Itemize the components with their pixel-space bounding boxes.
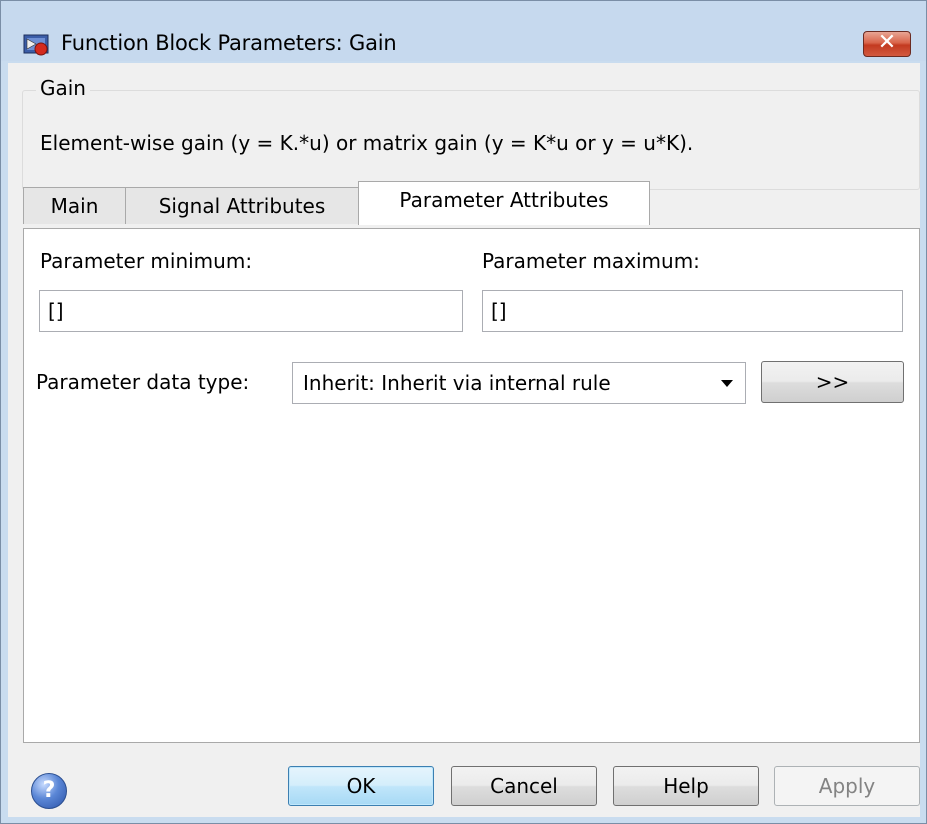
gain-description: Element-wise gain (y = K.*u) or matrix g… (40, 131, 694, 155)
help-button[interactable]: Help (613, 766, 759, 806)
ok-button[interactable]: OK (288, 766, 434, 806)
data-type-assistant-button[interactable]: >> (761, 361, 904, 403)
cancel-button[interactable]: Cancel (451, 766, 597, 806)
simulink-block-icon (23, 34, 49, 56)
parameter-minimum-label: Parameter minimum: (40, 249, 253, 273)
parameter-attributes-panel: Parameter minimum: Parameter maximum: []… (23, 228, 920, 743)
parameter-maximum-field[interactable]: [] (482, 290, 903, 332)
parameter-data-type-label: Parameter data type: (36, 370, 250, 394)
parameter-maximum-label: Parameter maximum: (482, 249, 700, 273)
window-title: Function Block Parameters: Gain (61, 31, 397, 55)
chevron-down-icon (721, 380, 733, 387)
parameter-data-type-dropdown[interactable]: Inherit: Inherit via internal rule (292, 362, 746, 404)
help-icon[interactable]: ? (31, 773, 67, 809)
close-button[interactable]: ✕ (863, 30, 911, 57)
gain-group-label: Gain (36, 76, 90, 100)
tab-signal-attributes[interactable]: Signal Attributes (125, 187, 359, 224)
parameter-data-type-value: Inherit: Inherit via internal rule (303, 371, 611, 395)
apply-button[interactable]: Apply (774, 766, 920, 806)
tab-parameter-attributes[interactable]: Parameter Attributes (358, 181, 650, 225)
dialog-client-area: Gain Element-wise gain (y = K.*u) or mat… (8, 63, 920, 817)
close-icon: ✕ (877, 30, 897, 55)
title-bar[interactable]: Function Block Parameters: Gain ✕ (1, 1, 926, 61)
parameter-minimum-field[interactable]: [] (39, 290, 463, 332)
tab-main[interactable]: Main (23, 187, 126, 224)
dialog-window: Function Block Parameters: Gain ✕ Gain E… (0, 0, 927, 824)
